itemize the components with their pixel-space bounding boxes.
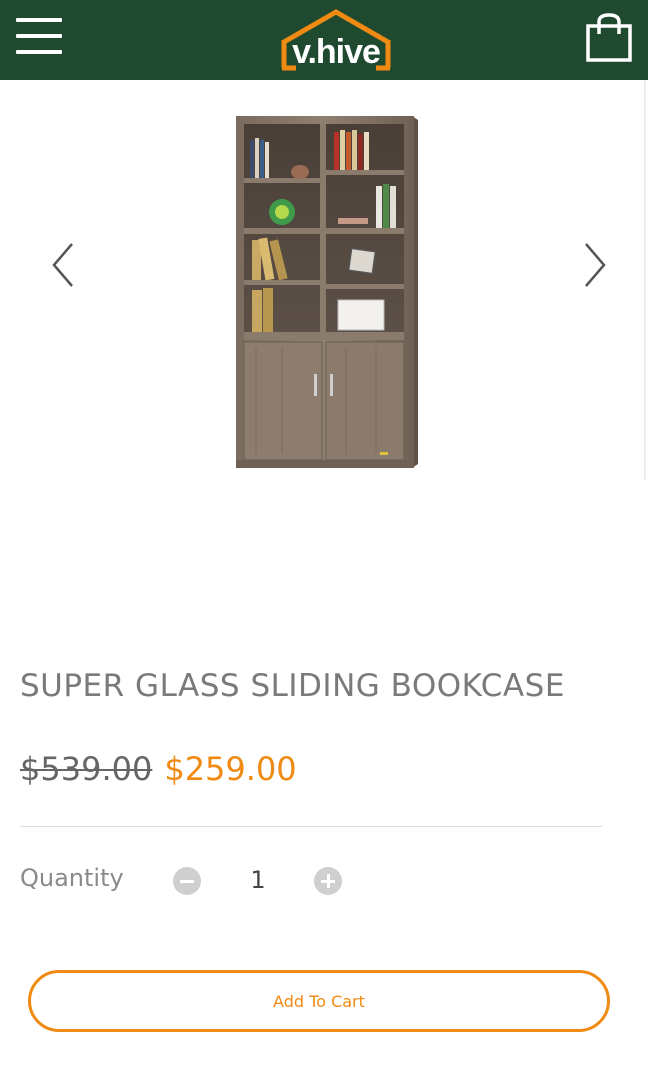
original-price: $539.00 [20,750,153,788]
section-divider [20,826,602,827]
top-navigation-bar: v.hive [0,0,648,80]
logo-text: v.hive [292,33,381,71]
sale-price: $259.00 [164,750,297,788]
minus-circle-icon[interactable] [173,867,201,895]
quantity-value[interactable]: 1 [236,866,280,894]
plus-bar-vertical [326,874,330,888]
product-title: SUPER GLASS SLIDING BOOKCASE [20,668,565,704]
menu-line [16,18,62,22]
chevron-left-icon[interactable] [42,240,82,290]
add-to-cart-button[interactable]: Add To Cart [28,970,610,1032]
site-logo[interactable]: v.hive [274,6,398,74]
hamburger-menu-icon[interactable] [16,18,62,58]
shopping-bag-icon[interactable] [584,12,634,64]
menu-line [16,34,62,38]
price-row: $539.00 $259.00 [20,750,297,794]
plus-circle-icon[interactable] [314,867,342,895]
product-image-gallery[interactable] [0,80,648,640]
chevron-right-icon[interactable] [576,240,616,290]
menu-line [16,50,62,54]
minus-bar [180,879,194,883]
quantity-label: Quantity [20,864,124,892]
bookcase-product-image [226,110,426,470]
